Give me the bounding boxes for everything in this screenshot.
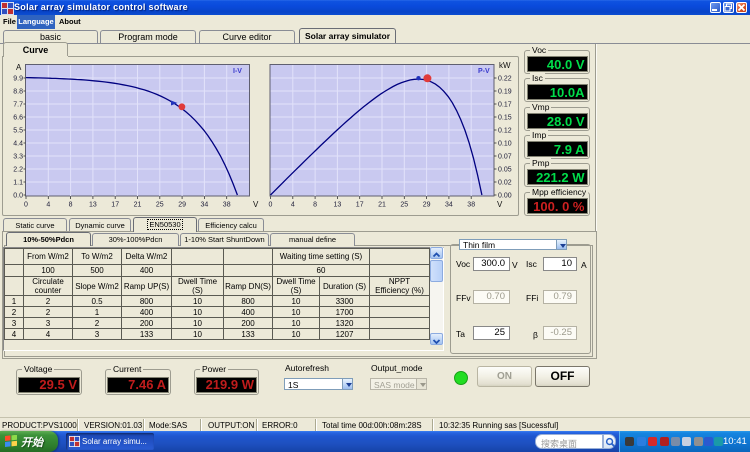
- svg-text:25: 25: [400, 202, 408, 209]
- svg-text:0.10: 0.10: [498, 141, 512, 148]
- svg-text:25: 25: [156, 202, 164, 209]
- svg-text:29: 29: [178, 202, 186, 209]
- svg-text:9.9: 9.9: [13, 76, 23, 83]
- svg-text:P-V: P-V: [478, 68, 490, 75]
- svg-text:38: 38: [223, 202, 231, 209]
- svg-text:0.02: 0.02: [498, 180, 512, 187]
- svg-text:34: 34: [201, 202, 209, 209]
- svg-text:29: 29: [423, 202, 431, 209]
- svg-text:7.7: 7.7: [13, 102, 23, 109]
- svg-text:4: 4: [291, 202, 295, 209]
- svg-text:8.8: 8.8: [13, 89, 23, 96]
- svg-text:0: 0: [269, 202, 273, 209]
- svg-text:0.19: 0.19: [498, 89, 512, 96]
- svg-text:8: 8: [313, 202, 317, 209]
- svg-text:0.22: 0.22: [498, 76, 512, 83]
- svg-text:6.6: 6.6: [13, 115, 23, 122]
- svg-text:2.2: 2.2: [13, 167, 23, 174]
- svg-text:8: 8: [69, 202, 73, 209]
- svg-text:5.5: 5.5: [13, 128, 23, 135]
- svg-text:34: 34: [445, 202, 453, 209]
- svg-text:13: 13: [89, 202, 97, 209]
- svg-text:0.15: 0.15: [498, 115, 512, 122]
- svg-text:4: 4: [46, 202, 50, 209]
- svg-text:38: 38: [467, 202, 475, 209]
- svg-text:0.00: 0.00: [498, 193, 512, 200]
- svg-text:21: 21: [378, 202, 386, 209]
- svg-text:V: V: [497, 200, 503, 209]
- svg-text:A: A: [16, 63, 22, 72]
- svg-text:0.07: 0.07: [498, 154, 512, 161]
- svg-text:0.0: 0.0: [13, 193, 23, 200]
- svg-text:0.05: 0.05: [498, 167, 512, 174]
- svg-text:0: 0: [24, 202, 28, 209]
- svg-text:4.4: 4.4: [13, 141, 23, 148]
- svg-text:3.3: 3.3: [13, 154, 23, 161]
- svg-text:21: 21: [134, 202, 142, 209]
- svg-text:V: V: [253, 200, 259, 209]
- svg-text:13: 13: [334, 202, 342, 209]
- svg-text:0.12: 0.12: [498, 128, 512, 135]
- svg-text:0.17: 0.17: [498, 102, 512, 109]
- svg-text:17: 17: [111, 202, 119, 209]
- svg-text:kW: kW: [499, 61, 511, 70]
- svg-text:1.1: 1.1: [13, 180, 23, 187]
- svg-text:I-V: I-V: [233, 68, 242, 75]
- svg-text:17: 17: [356, 202, 364, 209]
